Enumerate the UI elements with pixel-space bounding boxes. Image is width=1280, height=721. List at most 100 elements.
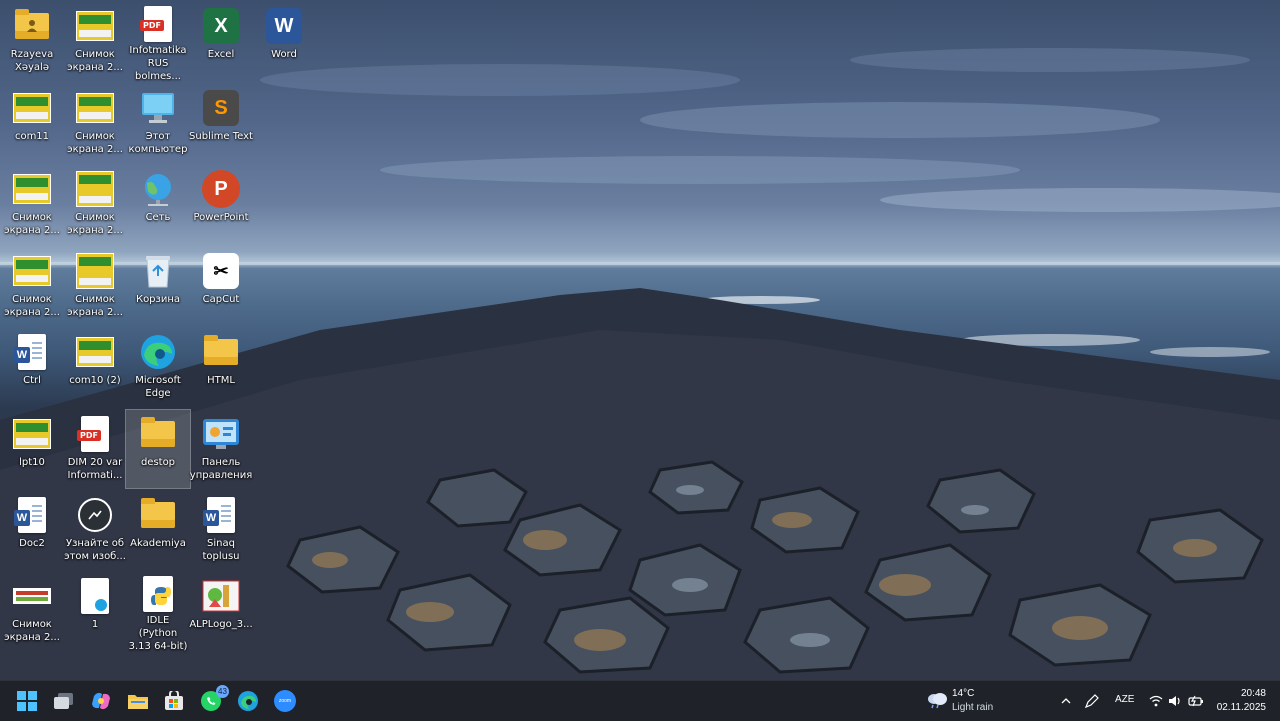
weather-desc: Light rain: [952, 702, 994, 713]
desktop-icon[interactable]: lpt10: [0, 410, 64, 488]
excel-icon: X: [201, 6, 241, 46]
desktop-icon[interactable]: Microsoft Edge: [126, 328, 190, 406]
screenshot-icon: [12, 251, 52, 291]
desktop-icon-label: Снимок экрана 2...: [4, 294, 60, 318]
word-icon: W: [264, 6, 304, 46]
pdf-file-icon: PDF: [138, 6, 178, 42]
edge-document-icon: [75, 576, 115, 616]
desktop-icon-label: ALPLogo_3...: [189, 619, 253, 630]
pen-tray-button[interactable]: [1080, 685, 1104, 717]
desktop-icon-label: Doc2: [19, 538, 45, 549]
desktop-icon[interactable]: W Sinaq toplusu: [189, 491, 253, 569]
desktop-icon-label: 1: [91, 619, 99, 630]
desktop-icon[interactable]: Снимок экрана 2...: [63, 165, 127, 243]
desktop-icon[interactable]: IDLE (Python 3.13 64-bit): [126, 572, 190, 652]
network-tray-button[interactable]: [1146, 685, 1166, 717]
zoom-glyph-text: zoom: [278, 698, 292, 704]
desktop-icon[interactable]: com11: [0, 84, 64, 162]
desktop-icon-label: Снимок экрана 2...: [4, 212, 60, 236]
desktop-icon-label: CapCut: [202, 294, 240, 305]
desktop-icon[interactable]: W Word: [252, 2, 316, 80]
pdf-file-icon: PDF: [75, 414, 115, 454]
zoom-button[interactable]: zoom: [269, 685, 301, 717]
desktop-icon[interactable]: PDF Infotmatika RUS bolmes...: [126, 2, 190, 82]
desktop-icon[interactable]: ALPLogo_3...: [189, 572, 253, 650]
whatsapp-button[interactable]: 43: [195, 685, 229, 717]
show-hidden-icons-button[interactable]: [1056, 685, 1076, 717]
desktop-icon[interactable]: Снимок экрана 2...: [0, 165, 64, 243]
battery-tray-button[interactable]: [1185, 685, 1207, 717]
python-icon: [138, 576, 178, 612]
notification-badge: 43: [216, 685, 229, 698]
screenshot-icon: [75, 251, 115, 291]
language-indicator[interactable]: AZE: [1115, 694, 1134, 705]
desktop-icon[interactable]: X Excel: [189, 2, 253, 80]
desktop-icon[interactable]: W Doc2: [0, 491, 64, 569]
user-folder-icon: [12, 6, 52, 46]
rain-cloud-icon: [928, 693, 947, 709]
clock[interactable]: 20:48 02.11.2025: [1210, 681, 1272, 721]
copilot-button[interactable]: [85, 685, 117, 717]
desktop-icon[interactable]: 1: [63, 572, 127, 650]
desktop-icon[interactable]: Панель управления: [189, 410, 253, 488]
battery-charging-icon: [1188, 695, 1203, 707]
desktop-icon[interactable]: Снимок экрана 2...: [63, 2, 127, 80]
desktop-icon-label: Корзина: [135, 294, 181, 305]
desktop-icon-label: Microsoft Edge: [135, 375, 181, 399]
desktop-icon[interactable]: Сеть: [126, 165, 190, 243]
edge-button[interactable]: [232, 685, 264, 717]
recycle-bin-icon: [138, 251, 178, 291]
control-panel-icon: [201, 414, 241, 454]
desktop-icon-label: destop: [140, 457, 176, 468]
desktop-icon[interactable]: Узнайте об этом изоб...: [63, 491, 127, 569]
spotlight-icon: [75, 495, 115, 535]
taskbar: 43 zoom 14°C Light rain AZE 20:48 02.11.…: [0, 680, 1280, 721]
desktop-icon-label: DIM 20 var Informati...: [67, 457, 123, 481]
store-icon: [165, 691, 183, 710]
task-view-button[interactable]: [48, 685, 80, 717]
desktop-icon-label: Sinaq toplusu: [202, 538, 240, 562]
desktop-icon-label: Этот компьютер: [128, 131, 188, 155]
word-document-icon: W: [12, 332, 52, 372]
desktop-icon[interactable]: Снимок экрана 2...: [0, 572, 64, 650]
word-document-icon: W: [12, 495, 52, 535]
screenshot-icon: [75, 169, 115, 209]
desktop-icon-label: lpt10: [19, 457, 45, 468]
screenshot-icon: [75, 6, 115, 46]
desktop[interactable]: Rzayeva Xəyalə com11 Снимок экрана 2... Сни…: [0, 0, 1280, 680]
desktop-icon[interactable]: Этот компьютер: [126, 84, 190, 162]
desktop-icon[interactable]: ✂ CapCut: [189, 247, 253, 325]
folder-icon: [128, 695, 148, 709]
this-pc-icon: [138, 88, 178, 128]
screenshot-icon: [75, 88, 115, 128]
desktop-icon[interactable]: Снимок экрана 2...: [63, 84, 127, 162]
desktop-icon-label: Снимок экрана 2...: [67, 212, 123, 236]
desktop-icon[interactable]: HTML: [189, 328, 253, 406]
folder-icon: [201, 332, 241, 372]
desktop-icon-label: Infotmatika RUS bolmes...: [129, 45, 187, 82]
copilot-icon: [92, 692, 110, 710]
volume-tray-button[interactable]: [1165, 685, 1185, 717]
weather-temp: 14°C: [952, 688, 975, 699]
desktop-icon[interactable]: destop: [125, 409, 191, 489]
desktop-icon[interactable]: com10 (2): [63, 328, 127, 406]
folder-icon: [138, 414, 178, 454]
screenshot-icon: [12, 414, 52, 454]
desktop-icon[interactable]: P PowerPoint: [189, 165, 253, 243]
wifi-icon: [1149, 695, 1163, 707]
desktop-icon-label: Снимок экрана 2...: [67, 49, 123, 73]
desktop-icon[interactable]: Снимок экрана 2...: [0, 247, 64, 325]
file-explorer-button[interactable]: [122, 685, 154, 717]
desktop-icon[interactable]: Корзина: [126, 247, 190, 325]
desktop-icon[interactable]: Снимок экрана 2...: [63, 247, 127, 325]
desktop-icon[interactable]: PDF DIM 20 var Informati...: [63, 410, 127, 488]
word-document-icon: W: [201, 495, 241, 535]
microsoft-store-button[interactable]: [158, 685, 190, 717]
desktop-icon[interactable]: S Sublime Text: [189, 84, 253, 162]
start-button[interactable]: [11, 685, 43, 717]
desktop-icon[interactable]: Rzayeva Xəyalə: [0, 2, 64, 80]
desktop-icon-label: Узнайте об этом изоб...: [64, 538, 126, 562]
desktop-icon[interactable]: Akademiya: [126, 491, 190, 569]
weather-widget[interactable]: 14°C Light rain: [924, 681, 1034, 721]
desktop-icon[interactable]: W Ctrl: [0, 328, 64, 406]
